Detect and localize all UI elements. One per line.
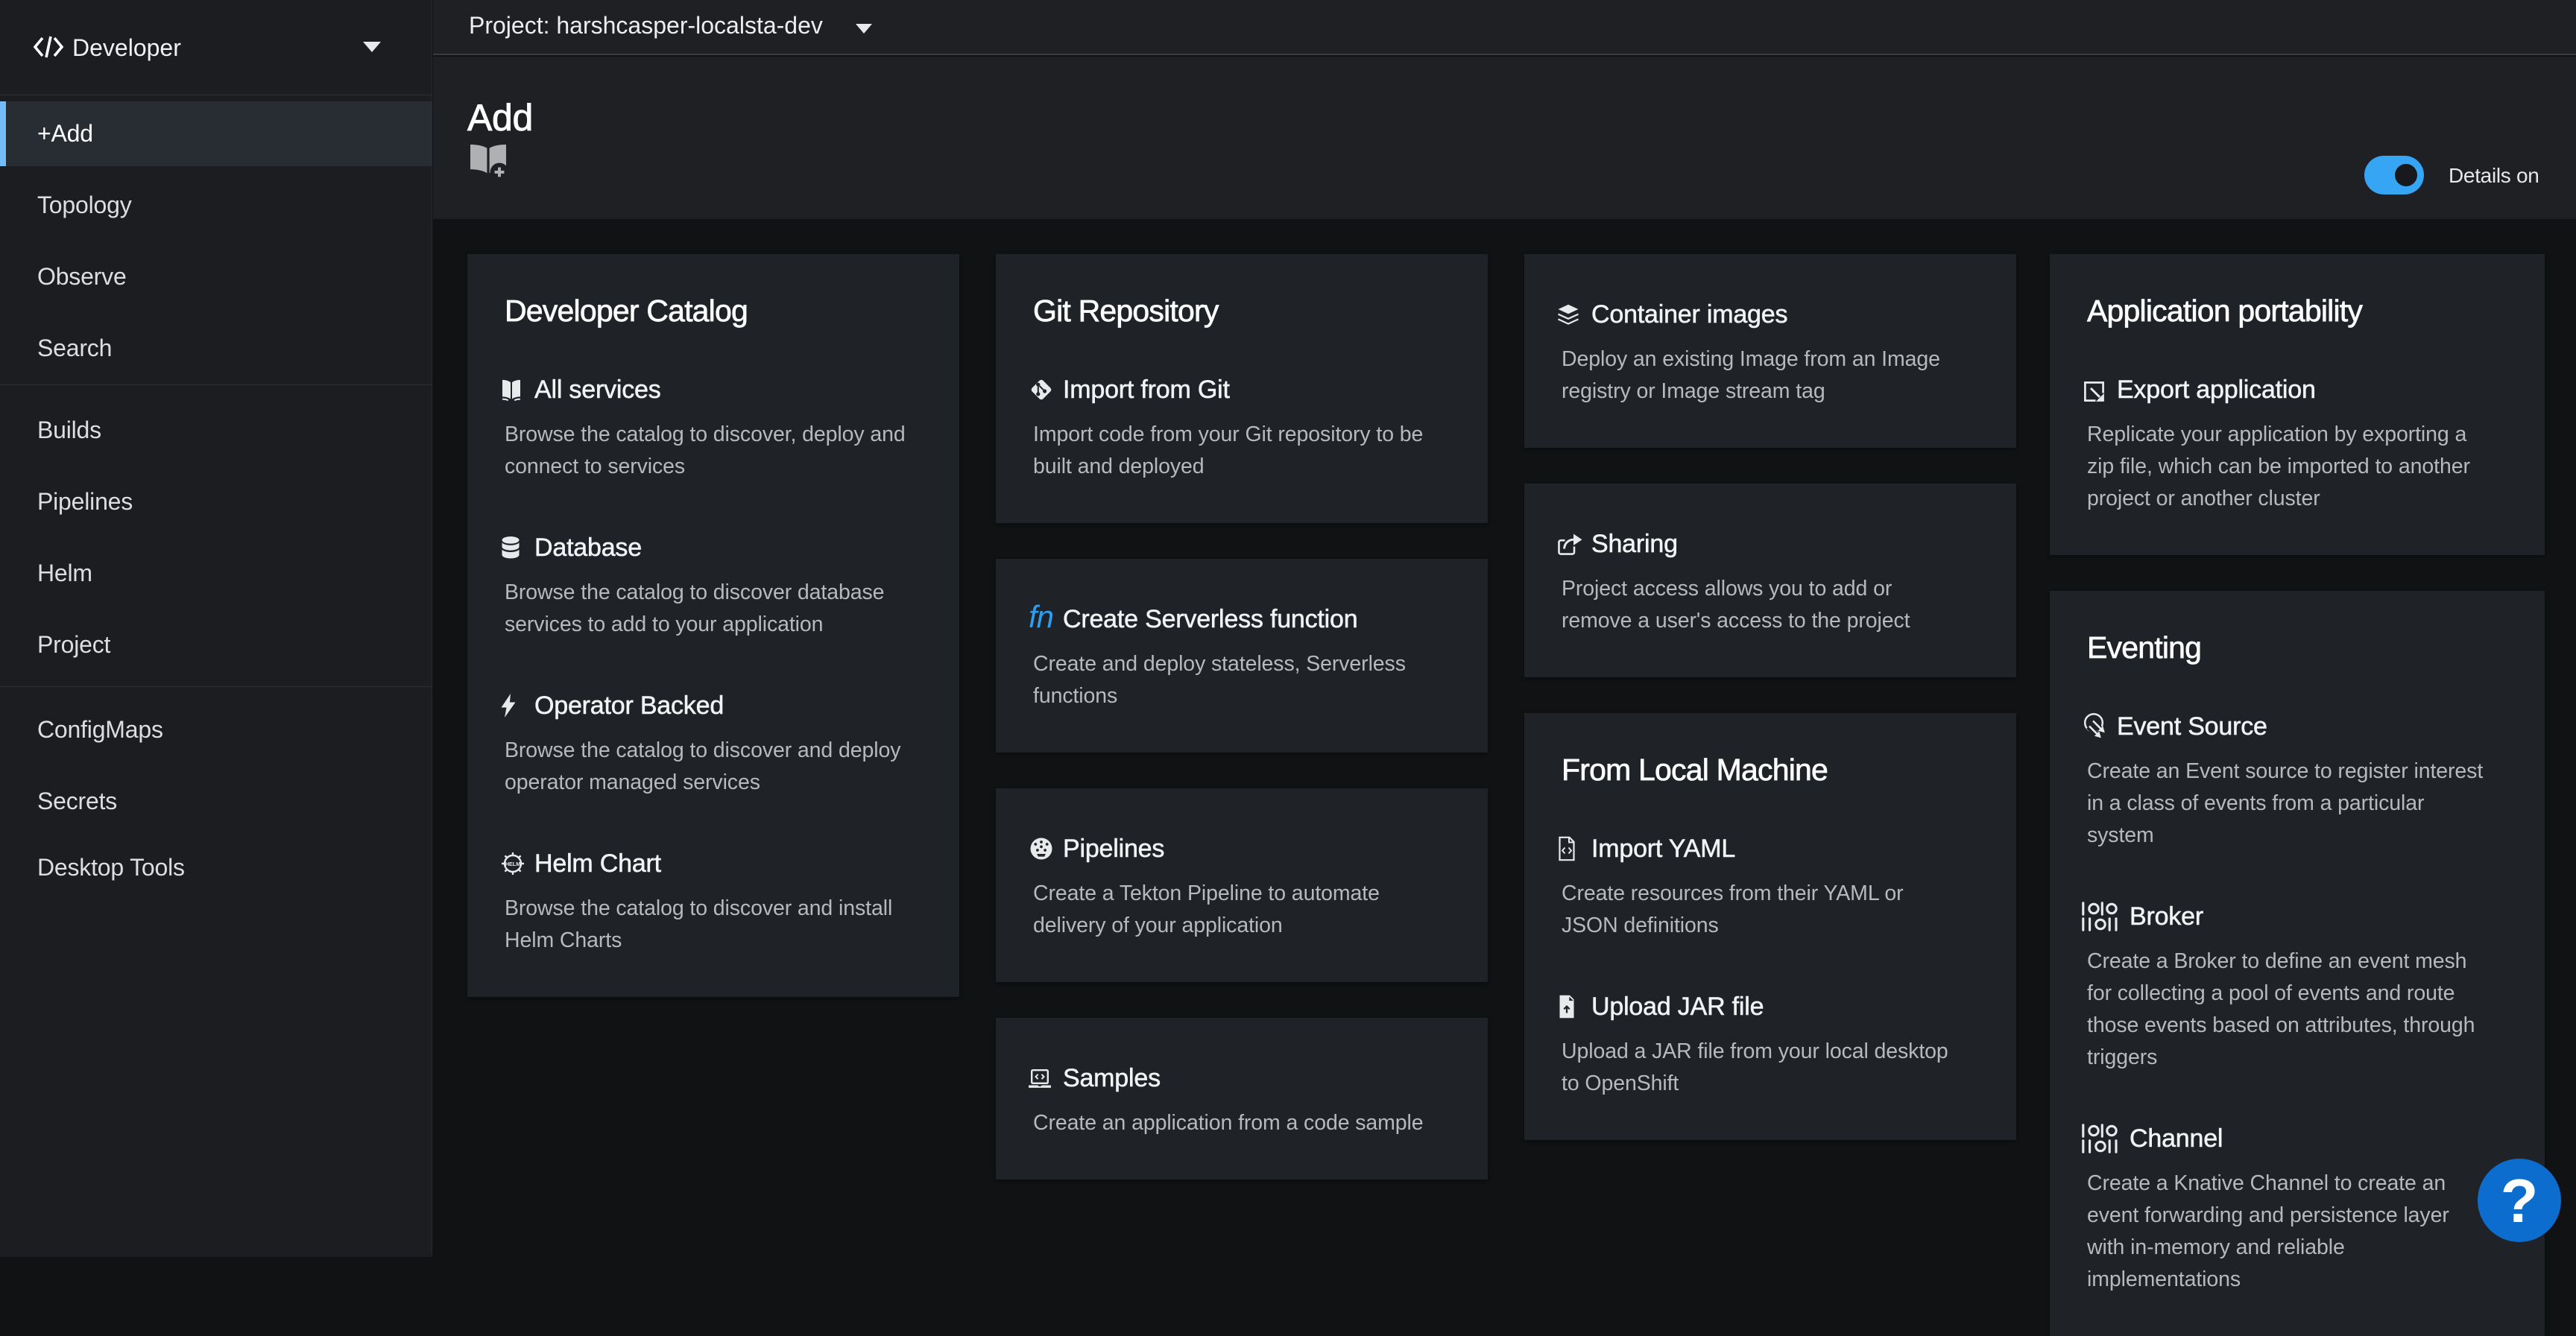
svg-text:HELM: HELM <box>505 861 520 867</box>
